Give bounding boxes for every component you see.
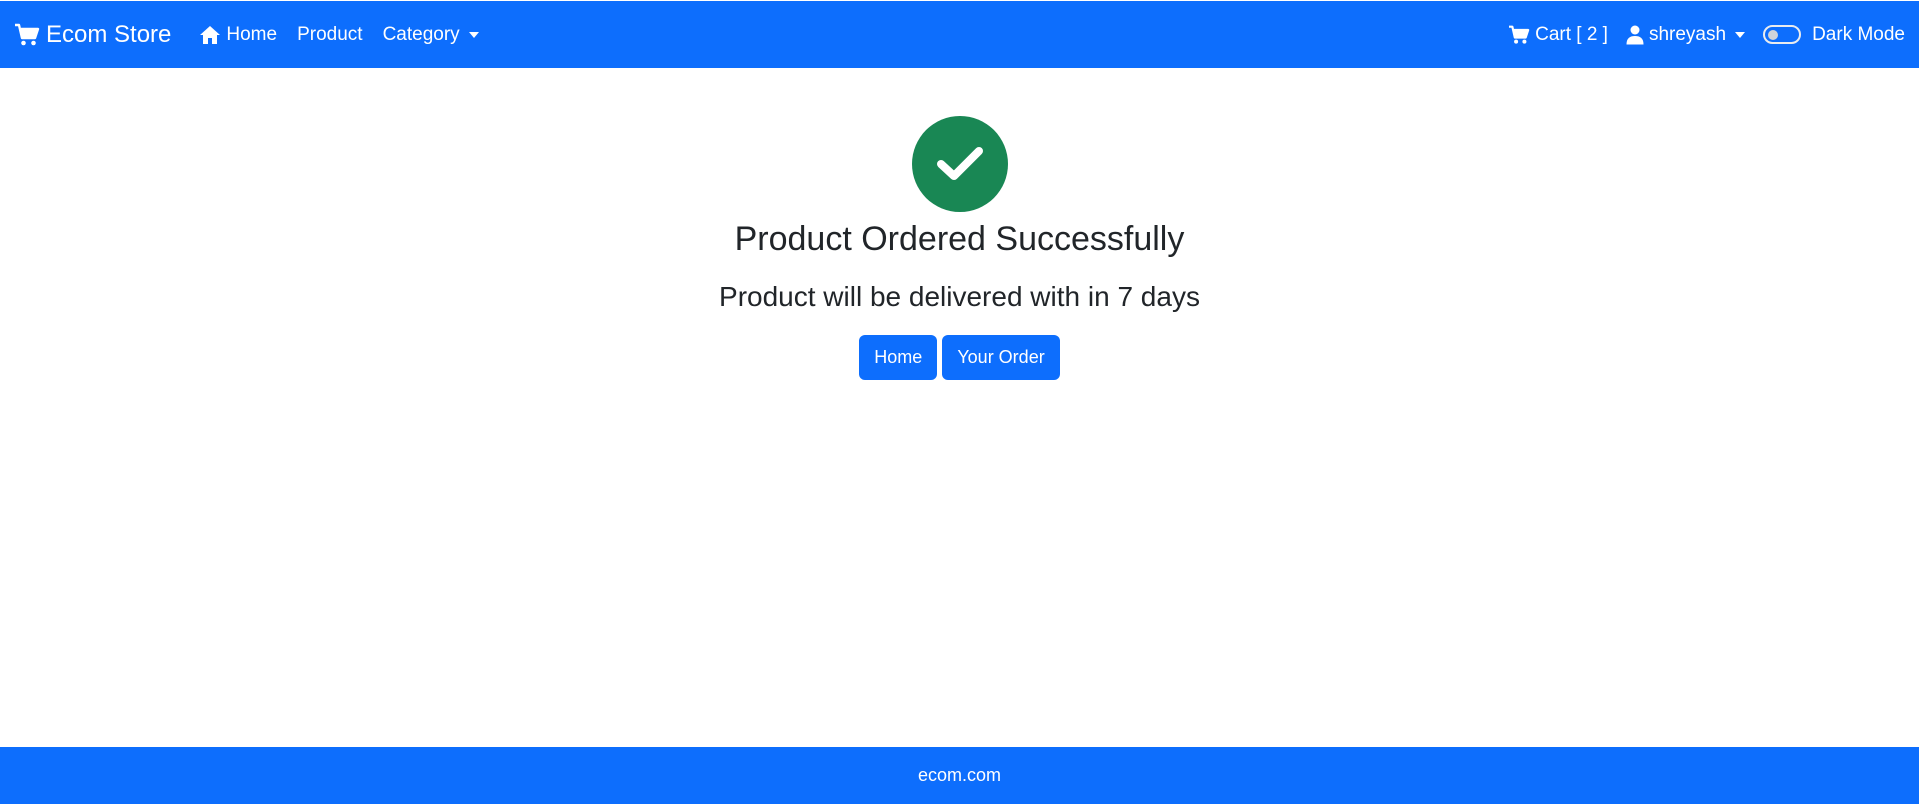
user-icon — [1626, 25, 1644, 44]
delivery-message: Product will be delivered with in 7 days — [719, 281, 1200, 312]
brand-link[interactable]: Ecom Store — [14, 21, 171, 49]
chevron-down-icon — [468, 31, 479, 38]
home-icon — [200, 25, 221, 44]
nav-category-dropdown[interactable]: Category — [383, 24, 479, 46]
order-confirmation: Product Ordered Successfully Product wil… — [0, 68, 1919, 747]
home-button[interactable]: Home — [859, 335, 938, 380]
nav-user-dropdown[interactable]: shreyash — [1626, 23, 1746, 46]
dark-mode-label: Dark Mode — [1812, 23, 1905, 45]
toggle-knob — [1768, 30, 1779, 40]
navbar-left: Ecom Store Home Product Category — [14, 21, 499, 49]
nav-product[interactable]: Product — [297, 24, 362, 46]
check-icon — [936, 147, 983, 180]
action-buttons: Home Your Order — [859, 335, 1060, 380]
chevron-down-icon — [1735, 31, 1746, 38]
dark-mode-switch[interactable]: Dark Mode — [1763, 24, 1905, 46]
user-name: shreyash — [1648, 23, 1727, 45]
your-order-button[interactable]: Your Order — [942, 335, 1060, 380]
nav-category-label: Category — [382, 23, 460, 45]
cart-label: Cart [ 2 ] — [1535, 23, 1608, 45]
cart-icon — [1509, 25, 1530, 44]
nav-home-label: Home — [226, 23, 278, 45]
nav-home[interactable]: Home — [199, 24, 277, 46]
footer-text: ecom.com — [917, 765, 1002, 785]
nav-product-label: Product — [297, 23, 363, 45]
footer: ecom.com — [0, 747, 1919, 804]
nav-cart[interactable]: Cart [ 2 ] — [1508, 24, 1608, 46]
navbar-right: Cart [ 2 ] shreyash Dark Mode — [1508, 24, 1905, 46]
cart-icon — [15, 23, 40, 45]
dark-mode-toggle[interactable] — [1763, 25, 1802, 44]
brand-name: Ecom Store — [46, 20, 172, 48]
navbar: Ecom Store Home Product Category Cart [ … — [0, 1, 1919, 68]
success-badge — [911, 116, 1008, 212]
confirmation-title: Product Ordered Successfully — [734, 220, 1185, 258]
